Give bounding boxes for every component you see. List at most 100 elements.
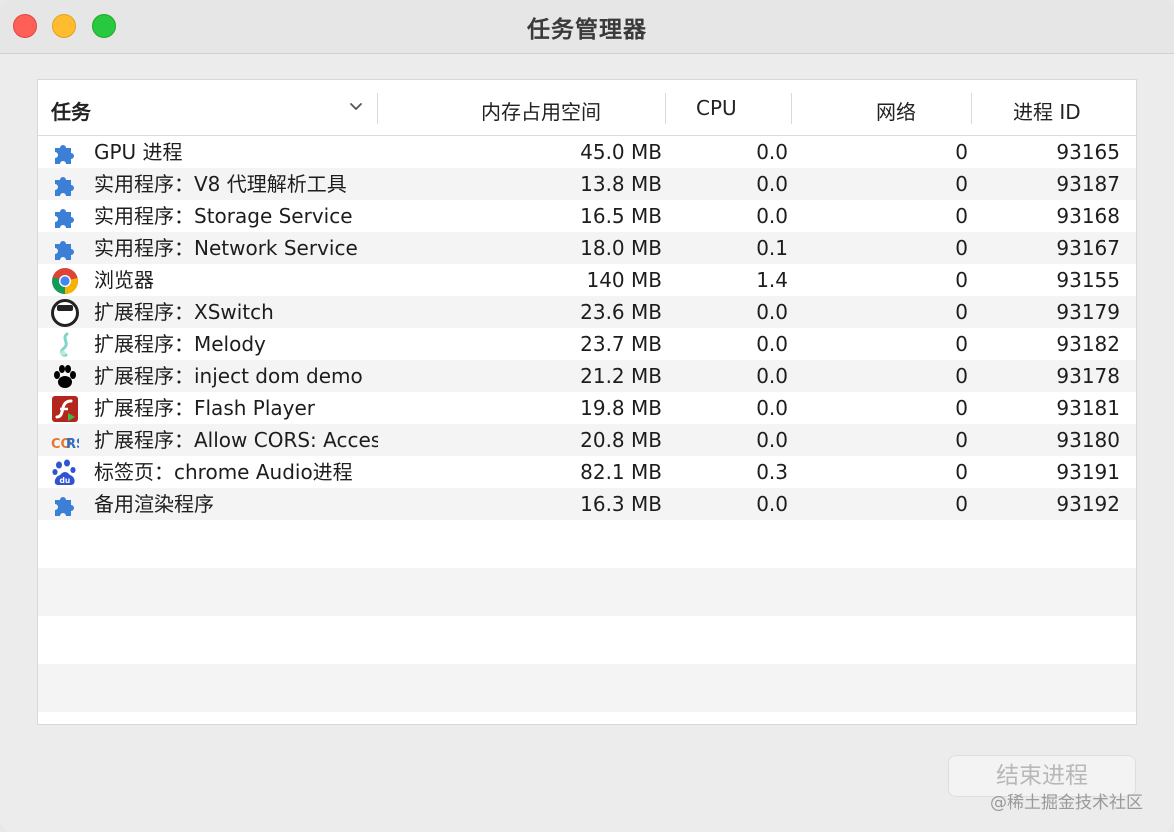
row-memory: 13.8 MB — [580, 172, 662, 196]
row-cpu: 0.0 — [756, 300, 788, 324]
empty-row — [38, 616, 1136, 664]
xswitch-icon — [51, 299, 79, 327]
baidu-icon: du — [51, 459, 79, 487]
row-network: 0 — [955, 140, 968, 164]
row-memory: 20.8 MB — [580, 428, 662, 452]
row-task-name: 扩展程序：Flash Player — [94, 396, 316, 420]
cors-icon: CORS — [51, 427, 85, 455]
row-cpu: 0.0 — [756, 428, 788, 452]
table-row[interactable]: 扩展程序：Flash Player 19.8 MB 0.0 0 93181 — [38, 392, 1136, 424]
row-task-name: 扩展程序：Allow CORS: Access — [94, 428, 378, 452]
svg-text:RS: RS — [66, 437, 79, 452]
empty-row — [38, 664, 1136, 712]
row-memory: 19.8 MB — [580, 396, 662, 420]
row-pid: 93179 — [1056, 300, 1120, 324]
table-row[interactable]: 扩展程序：XSwitch 23.6 MB 0.0 0 93179 — [38, 296, 1136, 328]
table-row[interactable]: 扩展程序：Melody 23.7 MB 0.0 0 93182 — [38, 328, 1136, 360]
row-task-name: 扩展程序：inject dom demo — [94, 364, 363, 388]
row-network: 0 — [955, 364, 968, 388]
process-table: 任务 内存占用空间 CPU 网络 进程 ID GPU 进程 45.0 MB 0.0 0… — [37, 79, 1137, 725]
row-task-name: 备用渲染程序 — [94, 492, 214, 516]
melody-icon — [51, 331, 79, 359]
header-task[interactable]: 任务 — [51, 96, 91, 125]
row-cpu: 0.0 — [756, 204, 788, 228]
row-network: 0 — [955, 460, 968, 484]
row-cpu: 0.1 — [756, 236, 788, 260]
row-cpu: 1.4 — [756, 268, 788, 292]
row-pid: 93181 — [1056, 396, 1120, 420]
row-memory: 45.0 MB — [580, 140, 662, 164]
table-row[interactable]: GPU 进程 45.0 MB 0.0 0 93165 — [38, 136, 1136, 168]
puzzle-piece-icon — [51, 203, 79, 231]
table-row[interactable]: 浏览器 140 MB 1.4 0 93155 — [38, 264, 1136, 296]
row-task-name: 浏览器 — [94, 268, 154, 292]
row-memory: 18.0 MB — [580, 236, 662, 260]
row-network: 0 — [955, 268, 968, 292]
row-network: 0 — [955, 332, 968, 356]
puzzle-piece-icon — [51, 491, 79, 519]
column-separator[interactable] — [665, 93, 666, 124]
table-row[interactable]: 实用程序：V8 代理解析工具 13.8 MB 0.0 0 93187 — [38, 168, 1136, 200]
column-separator[interactable] — [377, 93, 378, 124]
table-row[interactable]: 备用渲染程序 16.3 MB 0.0 0 93192 — [38, 488, 1136, 520]
row-memory: 23.6 MB — [580, 300, 662, 324]
header-memory[interactable]: 内存占用空间 — [481, 96, 601, 125]
row-task-name: 实用程序：V8 代理解析工具 — [94, 172, 347, 196]
table-row[interactable]: 实用程序：Storage Service 16.5 MB 0.0 0 93168 — [38, 200, 1136, 232]
puzzle-piece-icon — [51, 171, 79, 199]
empty-row — [38, 520, 1136, 568]
chrome-icon — [51, 267, 79, 295]
column-separator[interactable] — [971, 93, 972, 124]
row-network: 0 — [955, 172, 968, 196]
row-pid: 93178 — [1056, 364, 1120, 388]
row-task-name: 标签页：chrome Audio进程 — [94, 460, 353, 484]
row-cpu: 0.0 — [756, 172, 788, 196]
row-network: 0 — [955, 428, 968, 452]
row-pid: 93165 — [1056, 140, 1120, 164]
row-task-name: GPU 进程 — [94, 140, 183, 164]
row-cpu: 0.0 — [756, 364, 788, 388]
row-pid: 93191 — [1056, 460, 1120, 484]
row-pid: 93180 — [1056, 428, 1120, 452]
table-row[interactable]: 扩展程序：inject dom demo 21.2 MB 0.0 0 93178 — [38, 360, 1136, 392]
table-row[interactable]: du 标签页：chrome Audio进程 82.1 MB 0.3 0 93191 — [38, 456, 1136, 488]
flash-icon — [51, 395, 79, 423]
row-memory: 16.3 MB — [580, 492, 662, 516]
row-cpu: 0.0 — [756, 332, 788, 356]
header-cpu[interactable]: CPU — [696, 96, 737, 120]
table-row[interactable]: 实用程序：Network Service 18.0 MB 0.1 0 93167 — [38, 232, 1136, 264]
row-cpu: 0.0 — [756, 492, 788, 516]
row-network: 0 — [955, 300, 968, 324]
table-body: GPU 进程 45.0 MB 0.0 0 93165 实用程序：V8 代理解析工具 13.8… — [38, 136, 1136, 712]
title-bar: 任务管理器 — [0, 0, 1174, 54]
row-network: 0 — [955, 396, 968, 420]
row-network: 0 — [955, 492, 968, 516]
row-pid: 93168 — [1056, 204, 1120, 228]
window-title: 任务管理器 — [527, 17, 647, 43]
row-pid: 93182 — [1056, 332, 1120, 356]
row-task-name: 扩展程序：Melody — [94, 332, 266, 356]
puzzle-piece-icon — [51, 139, 79, 167]
row-pid: 93155 — [1056, 268, 1120, 292]
row-network: 0 — [955, 236, 968, 260]
row-memory: 23.7 MB — [580, 332, 662, 356]
empty-row — [38, 568, 1136, 616]
row-cpu: 0.0 — [756, 140, 788, 164]
row-pid: 93192 — [1056, 492, 1120, 516]
row-task-name: 实用程序：Storage Service — [94, 204, 353, 228]
row-network: 0 — [955, 204, 968, 228]
column-separator[interactable] — [791, 93, 792, 124]
row-cpu: 0.3 — [756, 460, 788, 484]
row-memory: 21.2 MB — [580, 364, 662, 388]
row-pid: 93187 — [1056, 172, 1120, 196]
header-pid[interactable]: 进程 ID — [1013, 96, 1081, 125]
task-manager-window: 任务管理器 任务 内存占用空间 CPU 网络 进程 ID GPU 进程 45.0 … — [0, 0, 1174, 832]
row-memory: 16.5 MB — [580, 204, 662, 228]
row-memory: 140 MB — [586, 268, 662, 292]
puzzle-piece-icon — [51, 235, 79, 263]
row-memory: 82.1 MB — [580, 460, 662, 484]
chevron-down-icon[interactable] — [346, 97, 366, 117]
svg-text:du: du — [60, 476, 71, 485]
table-row[interactable]: CORS 扩展程序：Allow CORS: Access 20.8 MB 0.0 0 93… — [38, 424, 1136, 456]
header-network[interactable]: 网络 — [876, 96, 916, 125]
